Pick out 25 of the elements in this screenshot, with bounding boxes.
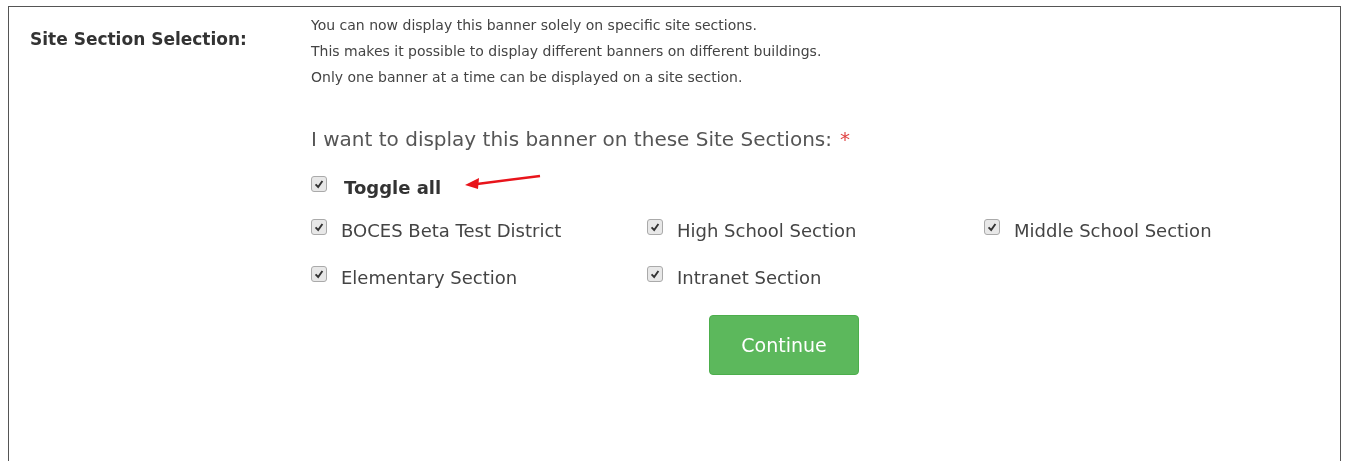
checkbox[interactable] (311, 219, 327, 235)
required-mark: * (840, 127, 850, 151)
checkbox[interactable] (984, 219, 1000, 235)
arrow-icon (465, 174, 542, 190)
checkmark-icon (986, 221, 998, 233)
checkbox-label[interactable]: Intranet Section (677, 266, 822, 288)
help-text: This makes it possible to display different banners on different buildings. (311, 43, 823, 60)
checkbox-label[interactable]: Elementary Section (341, 266, 518, 288)
checkmark-icon (313, 178, 325, 190)
checkmark-icon (649, 268, 661, 280)
checkbox-label[interactable]: Toggle all (344, 176, 442, 198)
checkbox[interactable] (647, 219, 663, 235)
checkbox[interactable] (311, 266, 327, 282)
checkmark-icon (313, 221, 325, 233)
checkbox-label[interactable]: High School Section (677, 219, 857, 241)
checkmark-icon (649, 221, 661, 233)
help-text: You can now display this banner solely on specific site sections. (311, 17, 758, 34)
checkbox[interactable] (647, 266, 663, 282)
checkbox-label[interactable]: Middle School Section (1014, 219, 1212, 241)
field-label: Site Section Selection: (30, 29, 247, 49)
help-text: Only one banner at a time can be displayed on a site section. (311, 69, 744, 86)
checkbox-label[interactable]: BOCES Beta Test District (341, 219, 562, 241)
checkbox[interactable] (311, 176, 327, 192)
question-text: I want to display this banner on these Site Sections: (311, 127, 832, 151)
checkmark-icon (313, 268, 325, 280)
